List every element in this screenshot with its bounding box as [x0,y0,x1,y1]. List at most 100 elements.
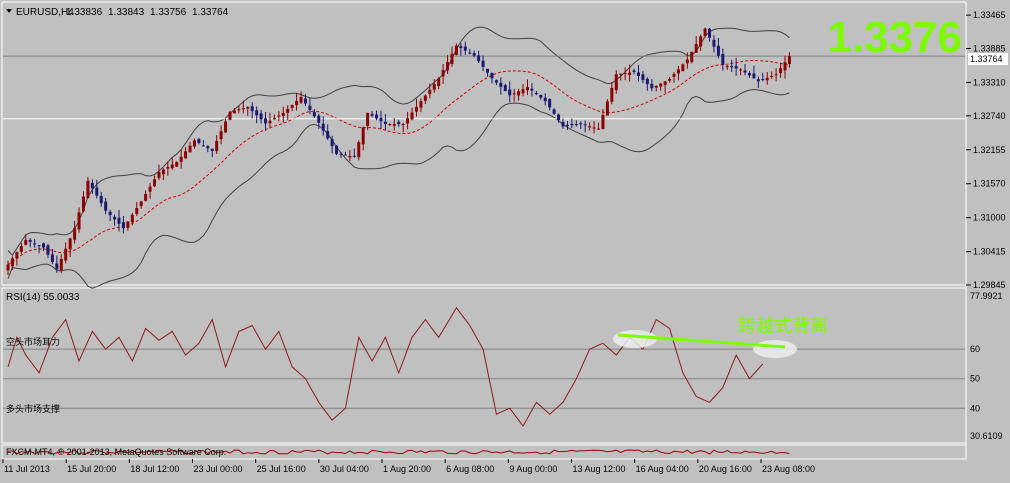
candle-body [521,89,525,94]
candle-body [286,108,290,113]
rsi-tick-label: 77.9921 [970,291,1003,301]
candle-body [37,245,41,247]
candle-body [312,112,316,117]
candle-body [352,155,356,157]
candle-body [494,80,498,83]
candle-body [161,169,165,175]
candle-body [339,153,343,155]
candle-body [543,97,547,102]
candle-body [503,85,507,92]
ohlc-close: 1.33764 [192,7,229,18]
candle-body [530,88,534,91]
candle-body [33,243,37,245]
price-tick-label: 1.33310 [973,77,1006,87]
candle-body [361,127,365,145]
candle-body [255,110,259,116]
chart-window[interactable]: 1.33465 1.33885 1.33310 1.32740 1.32155 1.315… [0,0,1010,478]
candle-body [188,145,192,153]
candle-body [645,78,649,85]
candle-body [730,66,734,68]
rsi-axis: 77.9921 60 50 40 30.6109 [970,291,1003,441]
candle-body [486,68,490,73]
candle-body [246,107,250,109]
candle-body [699,36,703,47]
candle-body [708,28,712,38]
candle-body [290,104,294,108]
short-zone-label: 空头市场耳力 [6,336,60,347]
candle-body [46,245,50,255]
time-tick-label: 25 Jul 16:00 [257,464,306,474]
candle-body [90,182,94,189]
candle-body [201,145,205,147]
candle-body [59,258,63,271]
candle-body [734,65,738,69]
ohlc-low: 1.33756 [150,7,187,18]
time-tick-label: 16 Aug 04:00 [636,464,689,474]
time-tick-label: 23 Aug 08:00 [762,464,815,474]
candle-body [565,124,569,126]
candle-body [370,113,374,116]
ohlc-high: 1.33843 [108,7,145,18]
candle-body [232,110,236,114]
candle-body [574,124,578,126]
candle-body [703,28,707,36]
candle-body [392,124,396,126]
price-tick-label: 1.32740 [973,111,1006,121]
divergence-highlight-left [613,330,657,348]
candle-body [659,83,663,87]
candle-body [423,95,427,101]
candle-body [525,87,529,91]
candle-body [397,121,401,125]
candle-body [428,89,432,94]
candle-body [570,123,574,126]
candle-body [330,139,334,147]
candle-body [224,121,228,133]
candle-body [783,62,787,71]
candle-body [219,131,223,140]
candle-body [557,114,561,121]
candle-body [15,252,19,259]
candle-body [721,54,725,65]
candle-body [19,246,23,252]
candle-body [264,118,268,124]
candle-body [237,109,241,111]
candle-body [326,131,330,139]
rsi-title: RSI(14) 55.0033 [6,292,80,303]
time-tick-label: 15 Jul 20:00 [67,464,116,474]
divergence-highlight-right [753,340,797,358]
candle-body [121,222,125,229]
candle-body [228,111,232,120]
candle-body [241,108,245,110]
candle-body [552,109,556,114]
candle-body [512,93,516,95]
candle-body [787,56,791,64]
candle-body [299,97,303,103]
rsi-tick-label: 60 [970,344,980,354]
candle-body [139,201,143,206]
rsi-tick-label: 40 [970,403,980,413]
price-tick-label: 1.33885 [973,43,1006,53]
time-tick-label: 1 Aug 20:00 [383,464,431,474]
candle-body [712,39,716,47]
candle-body [366,112,370,126]
candle-body [539,94,543,98]
candle-body [628,72,632,76]
candle-body [68,238,72,250]
candle-body [739,69,743,71]
candle-body [650,83,654,89]
candle-body [379,117,383,122]
candle-body [343,154,347,156]
candle-body [694,44,698,53]
candle-body [561,121,565,127]
candle-body [432,84,436,90]
candle-body [690,51,694,62]
candle-body [623,73,627,75]
candle-body [281,112,285,117]
candle-body [308,105,312,110]
candle-body [179,156,183,162]
candle-body [192,140,196,147]
candle-body [685,59,689,64]
time-tick-label: 6 Aug 08:00 [446,464,494,474]
ohlc-open: 1.33836 [66,7,103,18]
candle-body [268,120,272,124]
